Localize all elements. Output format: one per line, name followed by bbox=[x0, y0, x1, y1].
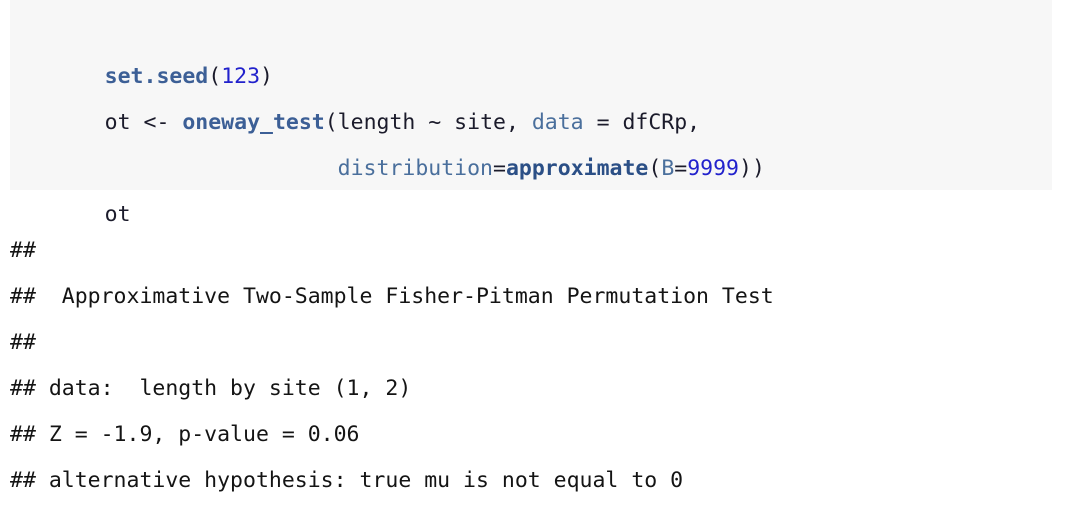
code-token-plain: = bbox=[674, 156, 688, 181]
code-token-function: oneway_test bbox=[182, 110, 325, 135]
code-token-punct: ( bbox=[648, 156, 662, 181]
code-token-plain: = bbox=[493, 156, 506, 181]
code-token-number: 9999 bbox=[687, 156, 739, 181]
output-line-test-title: ## Approximative Two-Sample Fisher-Pitma… bbox=[10, 284, 774, 309]
code-token-plain: ot <- bbox=[104, 110, 183, 135]
console-output: ## ## Approximative Two-Sample Fisher-Pi… bbox=[10, 228, 1070, 504]
code-line-1: set.seed(123) bbox=[10, 8, 1052, 89]
code-token-argument: B bbox=[661, 156, 675, 181]
output-line-data: ## data: length by site (1, 2) bbox=[10, 376, 412, 401]
code-token-punct: )) bbox=[739, 156, 765, 181]
code-chunk: set.seed(123) ot <- oneway_test(length ~… bbox=[10, 0, 1052, 227]
code-token-argument: distribution bbox=[337, 156, 494, 181]
code-token-indent bbox=[105, 156, 338, 181]
code-token-punct: ) bbox=[260, 64, 273, 89]
code-token-function: approximate bbox=[505, 156, 649, 181]
code-token-number: 123 bbox=[221, 64, 261, 89]
document-page: set.seed(123) ot <- oneway_test(length ~… bbox=[0, 0, 1080, 531]
code-token-argument: data bbox=[531, 110, 584, 135]
code-token-punct: ( bbox=[208, 64, 222, 89]
output-line-alternative: ## alternative hypothesis: true mu is no… bbox=[10, 468, 684, 493]
code-token-plain: ot bbox=[104, 202, 131, 227]
code-token-function: set.seed bbox=[104, 64, 209, 89]
code-token-plain: (length ~ site, bbox=[324, 110, 532, 135]
output-line-3: ## bbox=[10, 330, 49, 355]
code-token-plain: = dfCRp, bbox=[583, 110, 701, 135]
output-line-statistic: ## Z = -1.9, p-value = 0.06 bbox=[10, 422, 360, 447]
output-line-1: ## bbox=[10, 238, 49, 263]
